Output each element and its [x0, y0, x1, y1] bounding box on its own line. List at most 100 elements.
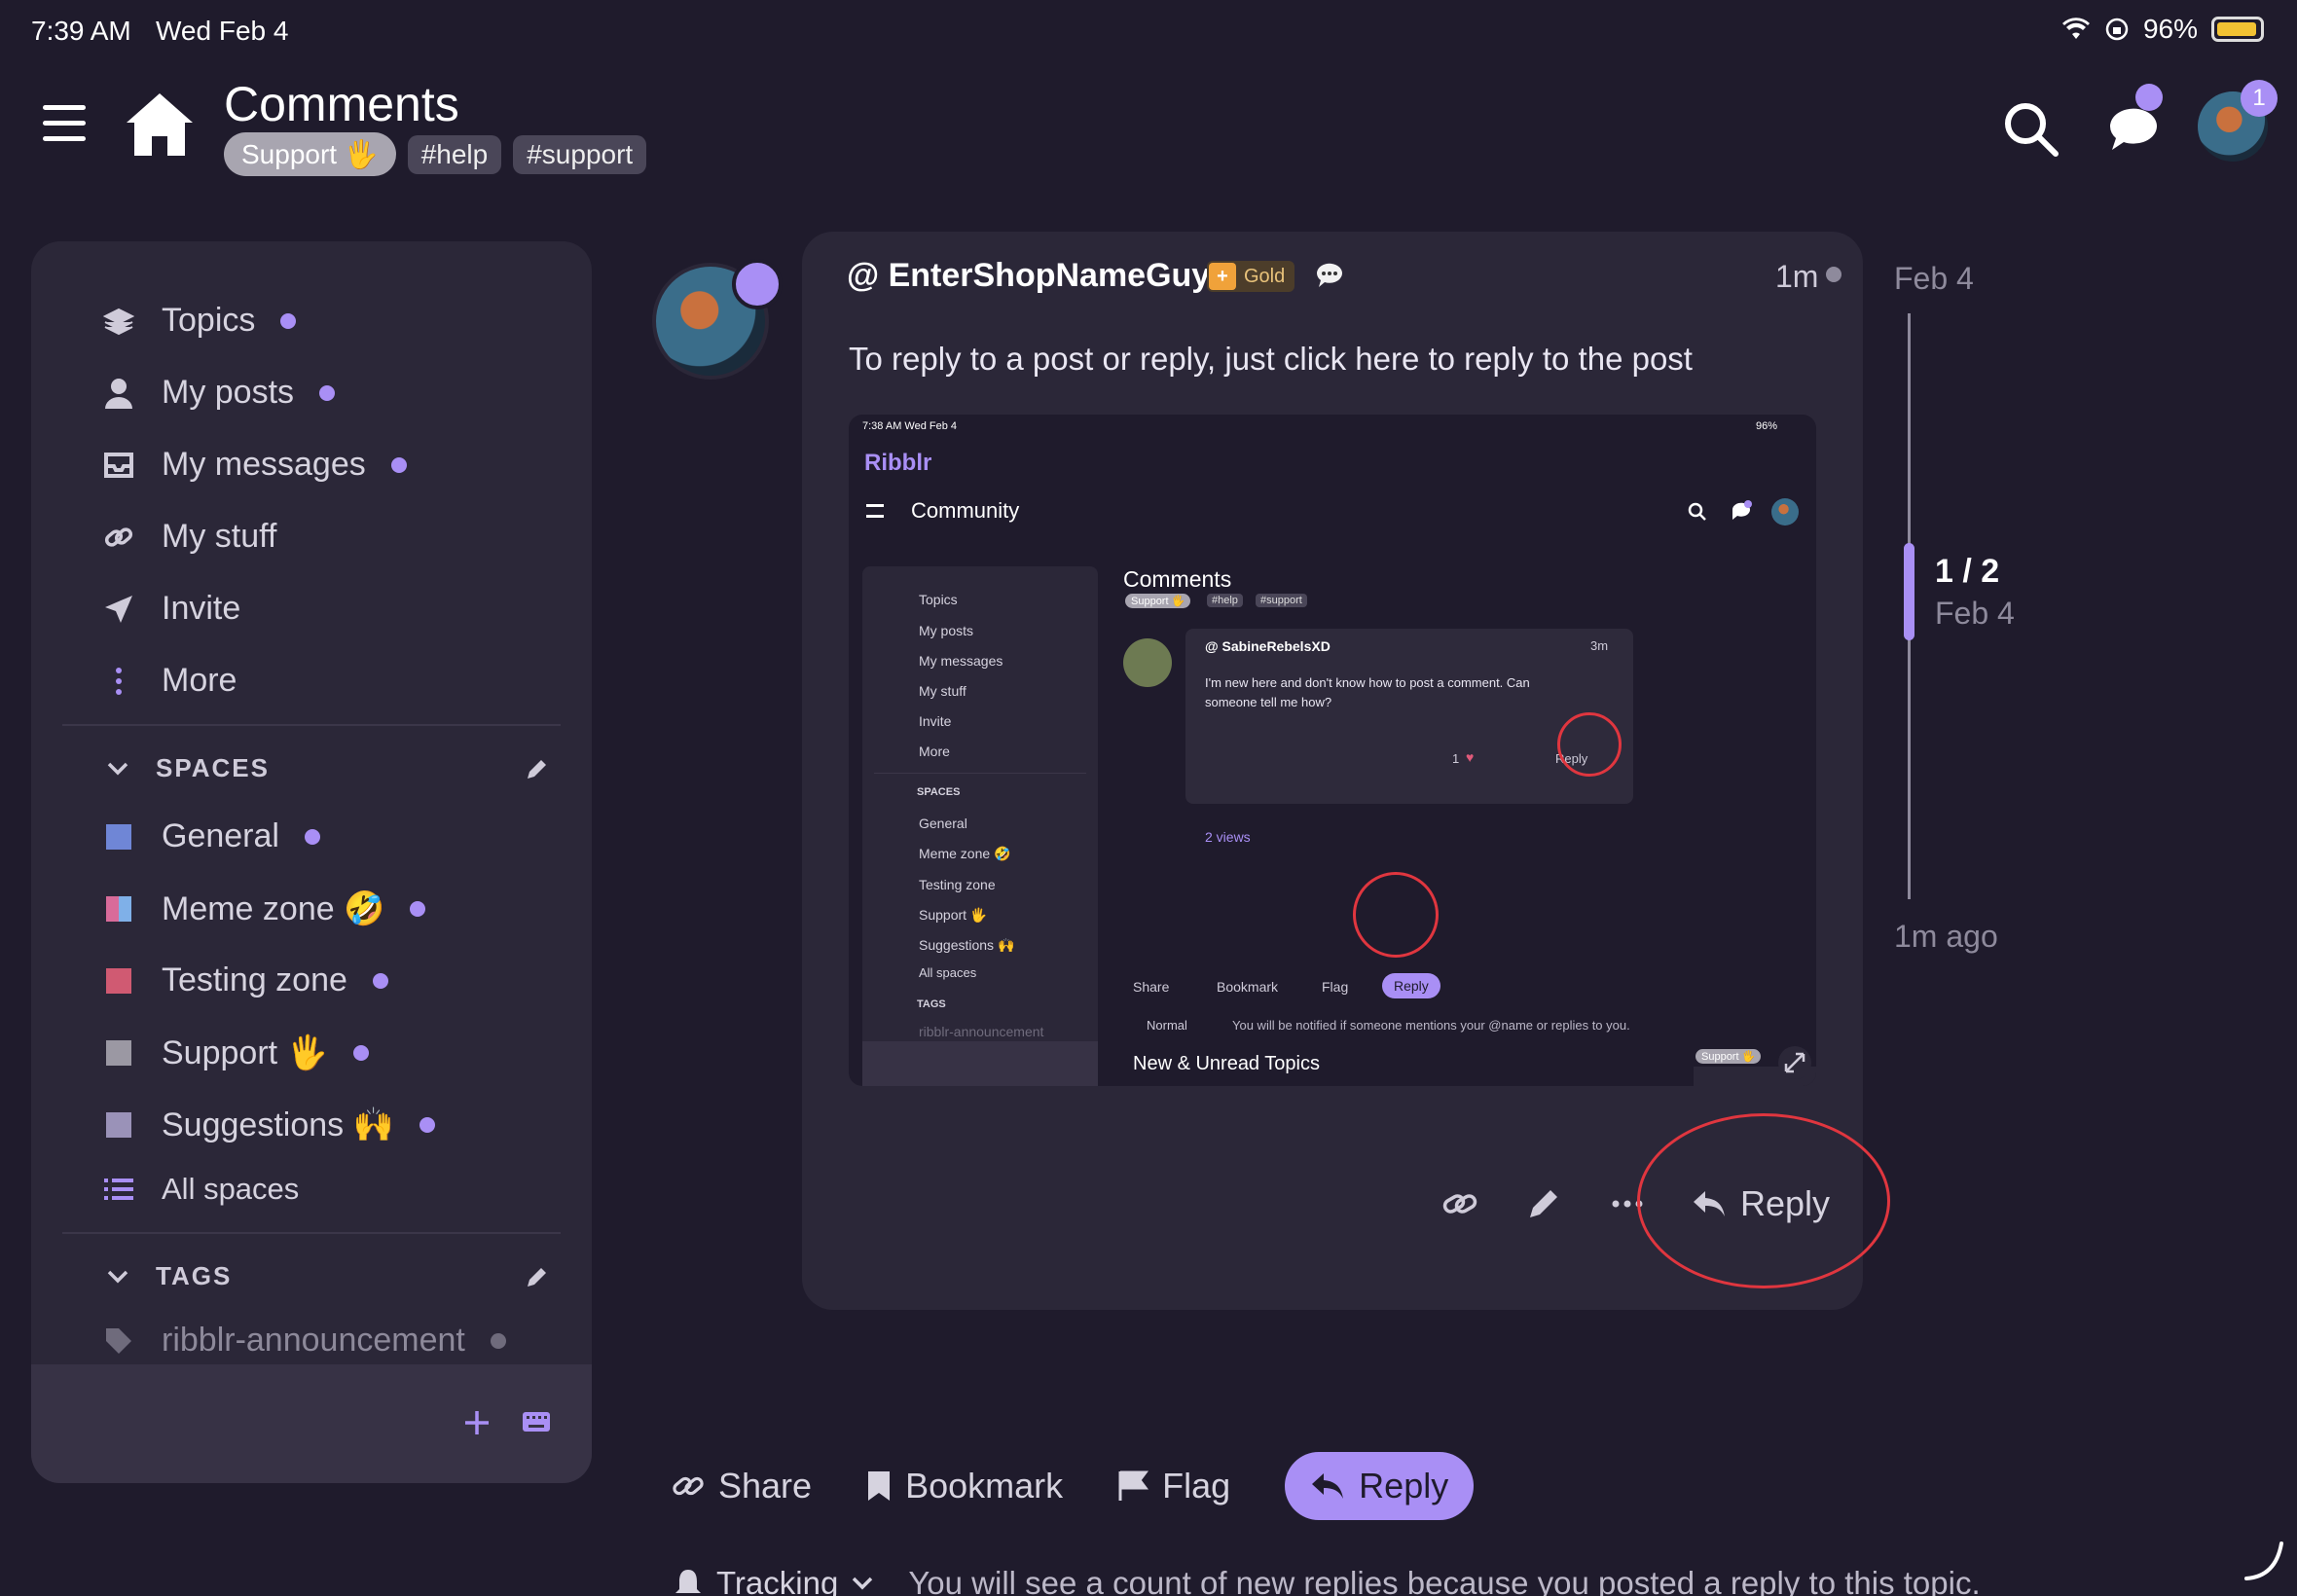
- add-icon[interactable]: [463, 1409, 491, 1436]
- sidebar-item-invite[interactable]: Invite: [101, 590, 240, 628]
- chevron-down-icon: [107, 1270, 128, 1283]
- scroll-indicator: [2244, 1542, 2283, 1580]
- menu-icon[interactable]: [43, 105, 86, 144]
- tag-item-ribblr-announcement[interactable]: ribblr-announcement: [101, 1322, 506, 1360]
- link-icon: [673, 1476, 704, 1496]
- embedded-sidebar-item: My stuff: [919, 683, 966, 699]
- flair-hat-icon: [732, 259, 783, 309]
- sidebar-item-topics[interactable]: Topics: [101, 302, 297, 340]
- space-color-swatch: [106, 1112, 131, 1138]
- post-author[interactable]: @ EnterShopNameGuy: [847, 257, 1210, 295]
- bookmark-button[interactable]: Bookmark: [866, 1466, 1063, 1506]
- reply-button[interactable]: Reply: [1285, 1452, 1475, 1520]
- orientation-lock-icon: [2105, 18, 2129, 41]
- timeline-position: 1 / 2: [1935, 553, 2000, 590]
- tags-section-toggle[interactable]: TAGS: [107, 1261, 232, 1291]
- copy-link-icon[interactable]: [1440, 1184, 1479, 1223]
- wifi-icon: [2061, 18, 2090, 39]
- tracking-description: You will see a count of new replies beca…: [908, 1565, 1981, 1596]
- space-item-suggestions[interactable]: Suggestions 🙌: [101, 1106, 435, 1144]
- unread-dot: [390, 456, 407, 473]
- embedded-search-icon: [1688, 502, 1706, 521]
- all-spaces-label: All spaces: [162, 1172, 300, 1206]
- post-time: 1m: [1775, 259, 1819, 294]
- embedded-sidebar-item: My posts: [919, 623, 974, 638]
- gold-badge-label: Gold: [1244, 265, 1286, 287]
- embedded-space-item: Meme zone 🤣: [919, 846, 1011, 861]
- link-icon: [101, 520, 136, 555]
- share-label: Share: [718, 1466, 813, 1505]
- space-item-general[interactable]: General: [101, 817, 320, 855]
- share-button[interactable]: Share: [672, 1466, 812, 1506]
- sidebar-item-my-posts[interactable]: My posts: [101, 374, 336, 412]
- spaces-section-toggle[interactable]: SPACES: [107, 753, 270, 783]
- unread-dot: [410, 901, 426, 917]
- inbox-icon: [101, 448, 136, 483]
- timeline-handle[interactable]: [1904, 543, 1914, 640]
- embedded-nav-title: Community: [911, 498, 1020, 523]
- user-icon: [101, 376, 136, 411]
- embedded-tag-item: ribblr-announcement: [919, 1024, 1044, 1039]
- embedded-flag: Flag: [1322, 979, 1349, 995]
- sidebar-item-label: My stuff: [162, 518, 277, 555]
- edit-icon[interactable]: [1524, 1184, 1563, 1223]
- embedded-sidebar-footer: [862, 1041, 1098, 1086]
- bookmark-label: Bookmark: [905, 1466, 1064, 1505]
- embedded-page-title: Comments: [1123, 566, 1232, 592]
- sidebar-item-label: Support 🖐: [162, 1034, 328, 1071]
- space-color-swatch: [106, 823, 131, 850]
- timeline-start-date[interactable]: Feb 4: [1894, 261, 1974, 297]
- edit-spaces-icon[interactable]: [524, 757, 549, 782]
- embedded-divider: [874, 773, 1086, 774]
- embedded-comment-avatar: [1123, 638, 1172, 687]
- top-header: Comments Support 🖐 #help #support 1: [0, 70, 2297, 206]
- reply-label: Reply: [1359, 1466, 1449, 1505]
- chevron-down-icon: [853, 1577, 873, 1590]
- search-icon[interactable]: [1999, 97, 2061, 160]
- expand-icon[interactable]: [1777, 1045, 1812, 1080]
- reply-annotation-circle: [1637, 1113, 1890, 1288]
- embedded-views: 2 views: [1205, 829, 1251, 845]
- flag-label: Flag: [1162, 1466, 1231, 1505]
- flag-icon: [1118, 1470, 1149, 1501]
- tag-support[interactable]: #support: [513, 134, 647, 174]
- plus-icon: +: [1209, 263, 1236, 290]
- timeline-end[interactable]: 1m ago: [1894, 919, 1998, 955]
- space-item-support[interactable]: Support 🖐: [101, 1034, 369, 1072]
- chat-button[interactable]: [2102, 84, 2165, 160]
- embedded-section-title: New & Unread Topics: [1133, 1053, 1320, 1074]
- embedded-screenshot[interactable]: 7:38 AM Wed Feb 4 96% Ribblr Community T…: [849, 415, 1816, 1086]
- status-bar: 7:39 AM Wed Feb 4 96%: [0, 0, 2297, 58]
- paper-plane-icon: [101, 592, 136, 627]
- embedded-comment-card: @ SabineRebelsXD 3m I'm new here and don…: [1185, 629, 1633, 804]
- sidebar-item-label: More: [162, 662, 237, 699]
- sidebar-item-more[interactable]: More: [101, 662, 237, 700]
- unread-dot: [352, 1045, 369, 1061]
- embedded-sidebar-item: More: [919, 744, 950, 759]
- category-badge[interactable]: Support 🖐: [224, 132, 396, 176]
- embedded-battery: 96%: [1756, 420, 1778, 432]
- tracking-dropdown[interactable]: Tracking: [674, 1565, 873, 1596]
- edit-tags-icon[interactable]: [524, 1265, 549, 1290]
- home-icon[interactable]: [123, 88, 197, 162]
- embedded-annotation-circle: [1353, 872, 1439, 958]
- embedded-bookmark: Bookmark: [1217, 979, 1279, 995]
- embedded-heart-icon: ♥: [1466, 749, 1475, 765]
- sidebar-item-label: ribblr-announcement: [162, 1322, 465, 1359]
- all-spaces-link[interactable]: All spaces: [101, 1172, 299, 1207]
- embedded-notify-text: You will be notified if someone mentions…: [1232, 1018, 1630, 1033]
- embedded-category: Support 🖐: [1125, 594, 1191, 608]
- divider: [62, 724, 561, 726]
- embedded-status-time: 7:38 AM Wed Feb 4: [862, 420, 958, 432]
- user-avatar-button[interactable]: 1: [2198, 80, 2278, 162]
- tag-help[interactable]: #help: [407, 134, 502, 174]
- embedded-comment-text: I'm new here and don't know how to post …: [1205, 675, 1530, 690]
- space-item-meme-zone[interactable]: Meme zone 🤣: [101, 889, 426, 928]
- embedded-menu-icon: [866, 504, 884, 518]
- flag-button[interactable]: Flag: [1117, 1466, 1230, 1506]
- embedded-share: Share: [1133, 979, 1170, 995]
- keyboard-icon[interactable]: [522, 1411, 551, 1433]
- sidebar-item-my-stuff[interactable]: My stuff: [101, 518, 276, 556]
- space-item-testing-zone[interactable]: Testing zone: [101, 961, 388, 999]
- sidebar-item-my-messages[interactable]: My messages: [101, 446, 407, 484]
